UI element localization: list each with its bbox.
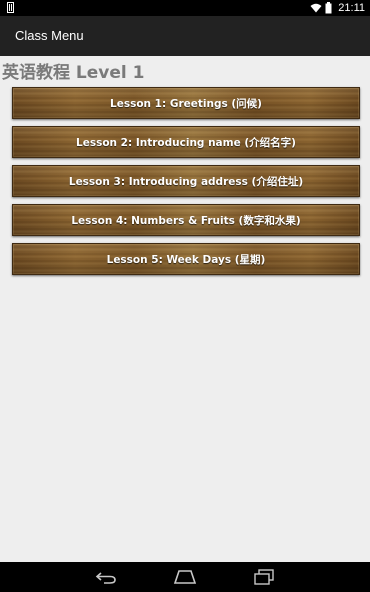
lesson-3-button[interactable]: Lesson 3: Introducing address (介绍住址) [12,165,360,197]
sim-icon [7,2,14,13]
action-bar: Class Menu [0,16,370,56]
lesson-label: Lesson 5: Week Days (星期) [106,253,266,266]
home-icon [173,570,197,584]
status-icons: 21:11 [310,0,365,16]
battery-icon [325,2,332,14]
lesson-label: Lesson 3: Introducing address (介绍住址) [68,175,304,188]
back-icon [95,572,116,584]
lesson-4-button[interactable]: Lesson 4: Numbers & Fruits (数字和水果) [12,204,360,236]
lesson-label: Lesson 1: Greetings (问候) [110,97,262,110]
recents-button[interactable] [250,568,278,586]
back-button[interactable] [92,568,120,586]
lesson-5-button[interactable]: Lesson 5: Week Days (星期) [12,243,360,275]
wifi-icon [310,3,322,13]
home-button[interactable] [171,568,199,586]
status-time: 21:11 [338,2,365,14]
status-bar: 21:11 [0,0,370,16]
app-title: Class Menu [15,28,84,43]
recents-icon [254,569,274,585]
lesson-label: Lesson 2: Introducing name (介绍名字) [76,136,296,149]
lesson-list: Lesson 1: Greetings (问候) Lesson 2: Intro… [12,87,360,282]
page-title: 英语教程 Level 1 [2,63,145,83]
lesson-label: Lesson 4: Numbers & Fruits (数字和水果) [71,214,301,227]
lesson-1-button[interactable]: Lesson 1: Greetings (问候) [12,87,360,119]
lesson-2-button[interactable]: Lesson 2: Introducing name (介绍名字) [12,126,360,158]
navigation-bar [0,562,370,592]
